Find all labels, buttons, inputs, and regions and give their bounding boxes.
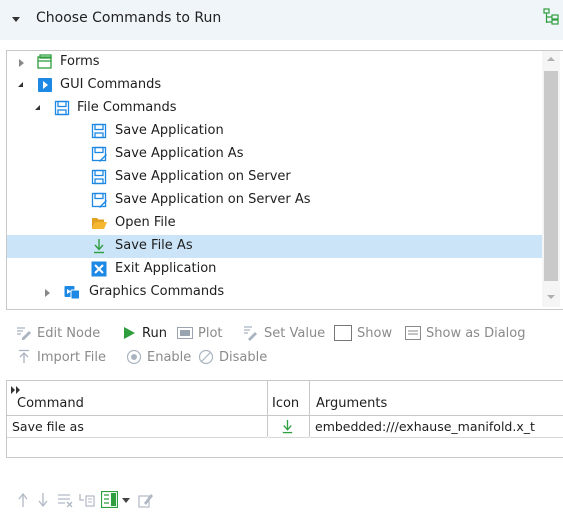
edit-node-icon xyxy=(17,327,31,340)
column-header-arguments[interactable]: Arguments xyxy=(310,381,563,416)
import-file-button[interactable]: Import File xyxy=(16,349,106,365)
column-header-icon[interactable]: Icon xyxy=(268,381,309,416)
bottom-toolbar xyxy=(0,487,563,513)
collapse-arrow-icon[interactable] xyxy=(18,82,23,87)
column-header-label: Icon xyxy=(272,396,300,411)
run-button[interactable]: Run xyxy=(121,325,167,341)
cell-text: embedded:///exhause_manifold.x_t xyxy=(315,419,535,434)
column-header-label: Arguments xyxy=(316,396,388,411)
expand-columns-icon[interactable] xyxy=(11,386,21,394)
edit-table-icon[interactable] xyxy=(138,492,154,508)
graphics-commands-icon xyxy=(64,286,80,300)
set-value-icon xyxy=(244,326,257,341)
disable-button[interactable]: Disable xyxy=(198,349,267,365)
edit-node-button[interactable]: Edit Node xyxy=(16,325,100,341)
tree-item-label: Save Application on Server As xyxy=(115,192,311,207)
folder-open-icon xyxy=(92,218,107,229)
tree-item-label: Graphics Commands xyxy=(89,284,225,299)
tree-item-label: Save Application xyxy=(115,123,224,138)
tree-item-label: GUI Commands xyxy=(60,77,162,92)
toolbar-row-1: Edit Node Run Plot Set Value Show Show a… xyxy=(0,323,563,345)
insert-row-icon[interactable] xyxy=(79,492,95,508)
enable-button[interactable]: Enable xyxy=(126,349,191,365)
tree-item-save-application-as[interactable]: Save Application As xyxy=(7,143,543,166)
tree-settings-icon[interactable] xyxy=(542,8,560,26)
tree-scrollbar[interactable] xyxy=(542,51,560,307)
commands-table[interactable]: Command Icon Arguments Save file as embe… xyxy=(6,380,563,458)
tree-item-graphics-commands[interactable]: Graphics Commands xyxy=(7,281,543,304)
tree-item-save-application-on-server-as[interactable]: Save Application on Server As xyxy=(7,189,543,212)
show-checkbox-icon xyxy=(334,325,352,341)
column-header-label: Command xyxy=(17,396,84,411)
commands-tree[interactable]: Forms GUI Commands File Commands Save Ap… xyxy=(6,50,563,310)
tree-item-open-file[interactable]: Open File xyxy=(7,212,543,235)
enable-radio-icon xyxy=(126,349,142,365)
delete-rows-icon[interactable] xyxy=(57,492,73,508)
collapse-chevron-icon[interactable] xyxy=(12,17,20,22)
show-label: Show xyxy=(357,325,393,341)
scroll-up-arrow-icon[interactable] xyxy=(547,57,555,61)
plot-label: Plot xyxy=(198,325,223,341)
disable-label: Disable xyxy=(219,349,268,365)
run-label: Run xyxy=(142,325,167,341)
gui-commands-icon xyxy=(38,78,52,92)
close-x-icon xyxy=(91,261,107,277)
cell-text: Save file as xyxy=(12,419,84,434)
tree-item-gui-commands[interactable]: GUI Commands xyxy=(7,74,543,97)
scroll-thumb[interactable] xyxy=(544,71,558,281)
tree-item-save-application-on-server[interactable]: Save Application on Server xyxy=(7,166,543,189)
save-icon xyxy=(91,169,107,185)
tree-item-label: Save Application As xyxy=(115,146,244,161)
save-as-icon xyxy=(91,192,107,208)
download-arrow-icon xyxy=(94,239,104,254)
forms-icon xyxy=(37,54,52,69)
disable-icon xyxy=(198,349,214,365)
table-cell-arguments[interactable]: embedded:///exhause_manifold.x_t xyxy=(310,416,563,438)
toolbar-row-2: Import File Enable Disable xyxy=(0,347,563,369)
tree-item-exit-application[interactable]: Exit Application xyxy=(7,258,543,281)
import-arrow-icon xyxy=(19,349,29,363)
tree-item-label: Save File As xyxy=(115,238,193,253)
enable-label: Enable xyxy=(147,349,192,365)
save-icon xyxy=(91,123,107,139)
plot-icon xyxy=(177,327,193,339)
tree-item-label: Exit Application xyxy=(115,261,217,276)
run-play-icon xyxy=(124,327,135,339)
show-button[interactable]: Show xyxy=(334,325,392,341)
section-title: Choose Commands to Run xyxy=(36,10,222,26)
tree-item-save-application[interactable]: Save Application xyxy=(7,120,543,143)
download-arrow-icon xyxy=(282,419,293,434)
table-cell-icon[interactable] xyxy=(268,416,309,438)
set-value-button[interactable]: Set Value xyxy=(243,325,325,341)
tree-item-forms[interactable]: Forms xyxy=(7,51,543,74)
move-down-icon[interactable] xyxy=(36,492,50,508)
move-up-icon[interactable] xyxy=(16,492,30,508)
dropdown-arrow-icon[interactable] xyxy=(122,498,130,503)
tree-item-label: File Commands xyxy=(77,100,177,115)
plot-button[interactable]: Plot xyxy=(177,325,223,341)
column-header-command[interactable]: Command xyxy=(7,381,267,416)
tree-item-label: Save Application on Server xyxy=(115,169,291,184)
save-as-icon xyxy=(91,146,107,162)
set-value-label: Set Value xyxy=(264,325,326,341)
expand-arrow-icon[interactable] xyxy=(19,59,24,67)
tree-item-label: Open File xyxy=(115,215,176,230)
expand-arrow-icon[interactable] xyxy=(45,289,50,297)
add-to-table-icon[interactable] xyxy=(101,491,118,508)
tree-item-save-file-as[interactable]: Save File As xyxy=(7,235,543,258)
save-icon xyxy=(54,100,70,116)
edit-node-label: Edit Node xyxy=(37,325,101,341)
collapse-arrow-icon[interactable] xyxy=(35,105,40,110)
scroll-down-arrow-icon[interactable] xyxy=(547,295,555,299)
tree-item-file-commands[interactable]: File Commands xyxy=(7,97,543,120)
section-header[interactable]: Choose Commands to Run xyxy=(0,0,563,40)
show-as-dialog-button[interactable]: Show as Dialog xyxy=(405,325,526,341)
dialog-icon xyxy=(405,326,421,340)
show-as-dialog-label: Show as Dialog xyxy=(426,325,526,341)
import-file-label: Import File xyxy=(37,349,107,365)
tree-item-label: Forms xyxy=(60,54,100,69)
table-cell-command[interactable]: Save file as xyxy=(7,416,267,438)
